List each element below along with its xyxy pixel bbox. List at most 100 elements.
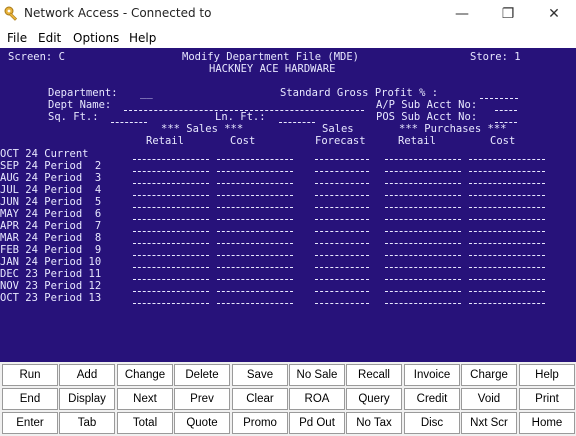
sales-retail-field[interactable]	[133, 267, 209, 269]
nxt-scr-button[interactable]: Nxt Scr	[461, 412, 517, 434]
sales-retail-field[interactable]	[133, 195, 209, 197]
sales-retail-field[interactable]	[133, 243, 209, 245]
sales-cost-field[interactable]	[217, 207, 293, 209]
maximize-button[interactable]: ❐	[490, 4, 526, 24]
sales-forecast-field[interactable]	[315, 159, 369, 161]
invoice-button[interactable]: Invoice	[404, 364, 460, 386]
sales-forecast-field[interactable]	[315, 291, 369, 293]
sq-ft-field[interactable]	[111, 122, 147, 124]
sales-cost-field[interactable]	[217, 279, 293, 281]
credit-button[interactable]: Credit	[404, 388, 460, 410]
purchases-cost-field[interactable]	[469, 207, 545, 209]
purchases-retail-field[interactable]	[385, 171, 461, 173]
sales-forecast-field[interactable]	[315, 183, 369, 185]
sales-retail-field[interactable]	[133, 159, 209, 161]
enter-button[interactable]: Enter	[2, 412, 58, 434]
menu-help[interactable]: Help	[129, 31, 156, 45]
sales-cost-field[interactable]	[217, 231, 293, 233]
close-button[interactable]: ✕	[536, 4, 572, 24]
sales-retail-field[interactable]	[133, 171, 209, 173]
purchases-cost-field[interactable]	[469, 183, 545, 185]
recall-button[interactable]: Recall	[346, 364, 402, 386]
purchases-retail-field[interactable]	[385, 183, 461, 185]
purchases-retail-field[interactable]	[385, 159, 461, 161]
purchases-cost-field[interactable]	[469, 255, 545, 257]
purchases-cost-field[interactable]	[469, 195, 545, 197]
purchases-cost-field[interactable]	[469, 291, 545, 293]
no-tax-button[interactable]: No Tax	[346, 412, 402, 434]
purchases-cost-field[interactable]	[469, 279, 545, 281]
purchases-retail-field[interactable]	[385, 255, 461, 257]
no-sale-button[interactable]: No Sale	[289, 364, 345, 386]
promo-button[interactable]: Promo	[232, 412, 288, 434]
void-button[interactable]: Void	[461, 388, 517, 410]
sales-retail-field[interactable]	[133, 231, 209, 233]
sales-forecast-field[interactable]	[315, 195, 369, 197]
sales-retail-field[interactable]	[133, 207, 209, 209]
change-button[interactable]: Change	[117, 364, 173, 386]
clear-button[interactable]: Clear	[232, 388, 288, 410]
sales-cost-field[interactable]	[217, 255, 293, 257]
menu-file[interactable]: File	[7, 31, 27, 45]
delete-button[interactable]: Delete	[174, 364, 230, 386]
total-button[interactable]: Total	[117, 412, 173, 434]
sales-cost-field[interactable]	[217, 195, 293, 197]
purchases-cost-field[interactable]	[469, 219, 545, 221]
sales-cost-field[interactable]	[217, 291, 293, 293]
query-button[interactable]: Query	[346, 388, 402, 410]
sales-forecast-field[interactable]	[315, 303, 369, 305]
gross-profit-field[interactable]	[480, 98, 518, 100]
quote-button[interactable]: Quote	[174, 412, 230, 434]
purchases-cost-field[interactable]	[469, 159, 545, 161]
sales-forecast-field[interactable]	[315, 231, 369, 233]
sales-cost-field[interactable]	[217, 267, 293, 269]
sales-forecast-field[interactable]	[315, 219, 369, 221]
purchases-retail-field[interactable]	[385, 207, 461, 209]
sales-retail-field[interactable]	[133, 255, 209, 257]
sales-cost-field[interactable]	[217, 159, 293, 161]
purchases-cost-field[interactable]	[469, 171, 545, 173]
sales-forecast-field[interactable]	[315, 267, 369, 269]
sales-cost-field[interactable]	[217, 243, 293, 245]
print-button[interactable]: Print	[519, 388, 575, 410]
purchases-retail-field[interactable]	[385, 291, 461, 293]
sales-forecast-field[interactable]	[315, 243, 369, 245]
sales-retail-field[interactable]	[133, 303, 209, 305]
sales-retail-field[interactable]	[133, 219, 209, 221]
help-button[interactable]: Help	[519, 364, 575, 386]
save-button[interactable]: Save	[232, 364, 288, 386]
add-button[interactable]: Add	[59, 364, 115, 386]
terminal-screen[interactable]: Screen: C Modify Department File (MDE) S…	[0, 48, 576, 362]
sales-forecast-field[interactable]	[315, 255, 369, 257]
sales-forecast-field[interactable]	[315, 279, 369, 281]
purchases-retail-field[interactable]	[385, 267, 461, 269]
sales-cost-field[interactable]	[217, 219, 293, 221]
sales-cost-field[interactable]	[217, 303, 293, 305]
sales-cost-field[interactable]	[217, 171, 293, 173]
sales-retail-field[interactable]	[133, 183, 209, 185]
purchases-retail-field[interactable]	[385, 219, 461, 221]
next-button[interactable]: Next	[117, 388, 173, 410]
purchases-retail-field[interactable]	[385, 231, 461, 233]
home-button[interactable]: Home	[519, 412, 575, 434]
purchases-retail-field[interactable]	[385, 195, 461, 197]
tab-button[interactable]: Tab	[59, 412, 115, 434]
run-button[interactable]: Run	[2, 364, 58, 386]
sales-retail-field[interactable]	[133, 279, 209, 281]
pd-out-button[interactable]: Pd Out	[289, 412, 345, 434]
purchases-cost-field[interactable]	[469, 243, 545, 245]
purchases-retail-field[interactable]	[385, 279, 461, 281]
disc-button[interactable]: Disc	[404, 412, 460, 434]
end-button[interactable]: End	[2, 388, 58, 410]
menu-edit[interactable]: Edit	[38, 31, 61, 45]
menu-options[interactable]: Options	[73, 31, 119, 45]
sales-cost-field[interactable]	[217, 183, 293, 185]
display-button[interactable]: Display	[59, 388, 115, 410]
purchases-cost-field[interactable]	[469, 231, 545, 233]
purchases-retail-field[interactable]	[385, 303, 461, 305]
charge-button[interactable]: Charge	[461, 364, 517, 386]
sales-forecast-field[interactable]	[315, 207, 369, 209]
purchases-retail-field[interactable]	[385, 243, 461, 245]
purchases-cost-field[interactable]	[469, 303, 545, 305]
sales-forecast-field[interactable]	[315, 171, 369, 173]
